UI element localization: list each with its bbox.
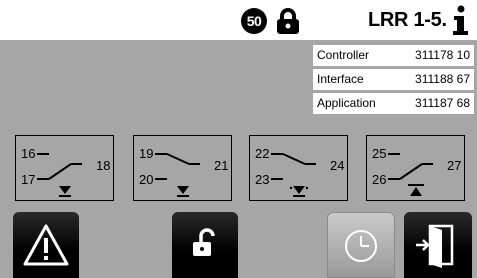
status-badge: 50 xyxy=(241,8,267,34)
version-table: Controller 311178 10 Interface 311188 67… xyxy=(313,45,474,117)
version-row-application: Application 311187 68 xyxy=(313,93,474,114)
version-value: 311178 10 xyxy=(415,48,470,62)
relay-terminal-label: 24 xyxy=(330,158,345,173)
relay-terminal-label: 20 xyxy=(139,172,154,187)
relay-terminal-label: 26 xyxy=(372,172,387,187)
version-row-interface: Interface 311188 67 xyxy=(313,69,474,90)
relay-terminal-label: 25 xyxy=(372,146,387,161)
clock-button[interactable] xyxy=(327,212,395,278)
unlock-button[interactable] xyxy=(172,212,238,278)
relay-tile-1[interactable]: 16 17 18 xyxy=(15,135,114,201)
relay-tile-2[interactable]: 19 20 21 xyxy=(133,135,232,201)
relay-terminal-label: 17 xyxy=(21,172,36,187)
relay-terminal-label: 22 xyxy=(255,146,270,161)
relay-terminal-label: 16 xyxy=(21,146,36,161)
status-header: 50 LRR 1-5. xyxy=(0,0,477,40)
clock-icon xyxy=(345,230,377,262)
exit-door-icon xyxy=(416,224,454,268)
relay-tile-3[interactable]: 22 23 24 xyxy=(249,135,348,201)
unlock-icon xyxy=(193,228,215,256)
relay-terminal-label: 23 xyxy=(255,172,270,187)
version-label: Controller xyxy=(317,48,370,62)
warning-icon xyxy=(23,224,69,266)
version-value: 311188 67 xyxy=(415,72,470,86)
relay-terminal-label: 19 xyxy=(139,146,154,161)
version-label: Application xyxy=(317,96,376,110)
version-value: 311187 68 xyxy=(415,96,470,110)
relay-terminal-label: 21 xyxy=(214,158,229,173)
controller-screen: 50 LRR 1-5. Controller 311178 10 Interfa… xyxy=(0,0,477,278)
version-label: Interface xyxy=(317,72,364,86)
version-row-controller: Controller 311178 10 xyxy=(313,45,474,66)
relay-terminal-label: 27 xyxy=(447,158,462,173)
exit-button[interactable] xyxy=(404,212,472,278)
relay-terminal-label: 18 xyxy=(96,158,111,173)
info-icon[interactable] xyxy=(449,5,471,35)
lock-icon xyxy=(277,8,299,34)
device-title: LRR 1-5. xyxy=(368,9,447,31)
warning-button[interactable] xyxy=(13,212,79,278)
relay-tile-4[interactable]: 25 26 27 xyxy=(366,135,465,201)
